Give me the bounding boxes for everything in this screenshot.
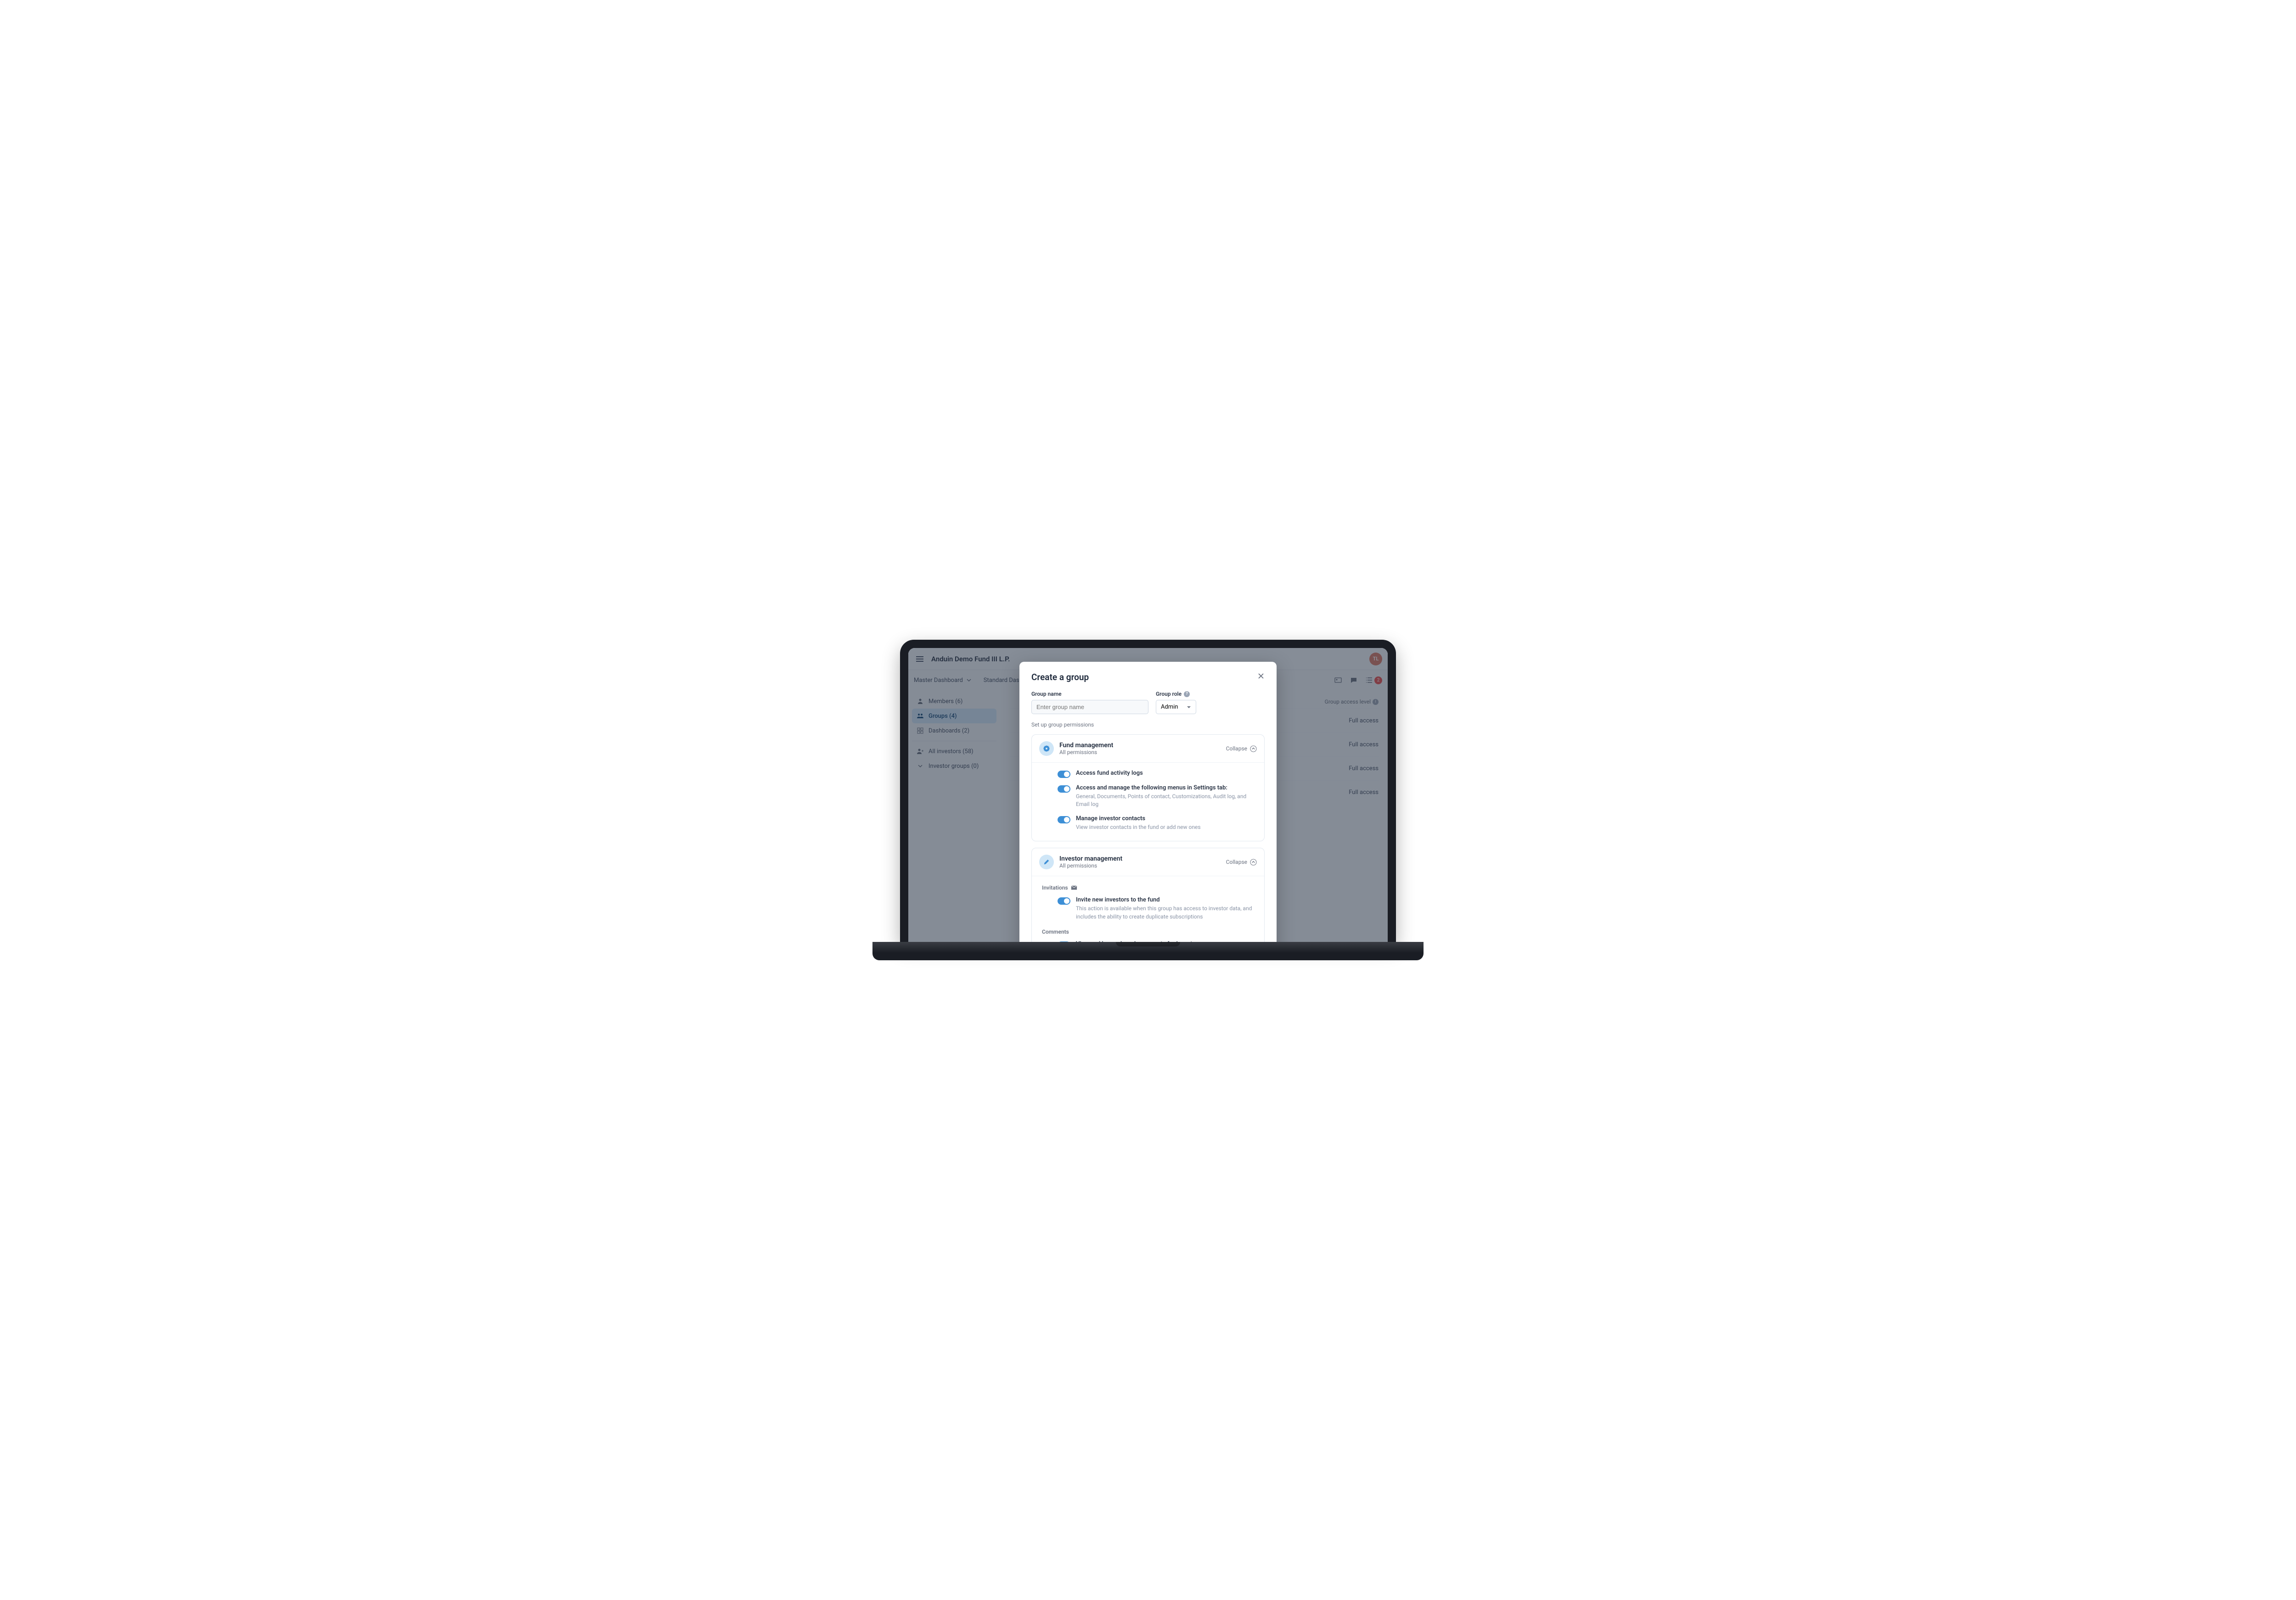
group-name-label: Group name [1031, 691, 1148, 697]
invitations-subsection: Invitations [1042, 885, 1257, 891]
section-title: Investor management [1059, 855, 1221, 862]
collapse-button[interactable]: Collapse [1226, 745, 1257, 752]
permission-label: Manage investor contacts [1076, 815, 1145, 822]
permission-label: Invite new investors to the fund [1076, 896, 1160, 903]
toggle-investor-contacts[interactable] [1058, 816, 1070, 823]
toggle-settings-menus[interactable] [1058, 785, 1070, 793]
investor-management-section: Investor management All permissions Coll… [1031, 848, 1265, 942]
comments-subsection: Comments [1042, 929, 1257, 935]
envelope-icon [1071, 885, 1077, 891]
close-icon [1257, 672, 1265, 680]
chevron-down-icon [1187, 705, 1191, 710]
chevron-up-circle-icon [1250, 859, 1257, 866]
toggle-activity-logs[interactable] [1058, 771, 1070, 778]
section-subtitle: All permissions [1059, 862, 1221, 869]
group-role-label: Group role ? [1156, 691, 1196, 697]
screen-area: Anduin Demo Fund III L.P. TL Master Dash… [908, 648, 1388, 942]
permission-label: Access fund activity logs [1076, 770, 1143, 777]
modal-title: Create a group [1031, 672, 1089, 682]
close-button[interactable] [1257, 672, 1265, 682]
create-group-modal: Create a group Group name [1019, 662, 1277, 942]
permission-desc: This action is available when this group… [1076, 905, 1257, 921]
collapse-button[interactable]: Collapse [1226, 859, 1257, 866]
chevron-up-circle-icon [1250, 745, 1257, 752]
group-name-input[interactable] [1031, 700, 1148, 714]
gear-icon [1039, 741, 1054, 756]
group-role-select[interactable]: Admin [1156, 700, 1196, 714]
pencil-icon [1039, 855, 1054, 869]
toggle-invite-investors[interactable] [1058, 897, 1070, 905]
section-title: Fund management [1059, 742, 1221, 749]
help-icon[interactable]: ? [1184, 691, 1190, 697]
permission-desc: View investor contacts in the fund or ad… [1076, 823, 1201, 831]
section-subtitle: All permissions [1059, 749, 1221, 755]
permission-desc: General, Documents, Points of contact, C… [1076, 793, 1257, 809]
modal-overlay: Create a group Group name [908, 648, 1388, 942]
permission-label: Access and manage the following menus in… [1076, 784, 1227, 791]
laptop-device-frame: Anduin Demo Fund III L.P. TL Master Dash… [872, 640, 1424, 960]
permissions-label: Set up group permissions [1031, 721, 1265, 728]
fund-management-section: Fund management All permissions Collapse [1031, 734, 1265, 841]
